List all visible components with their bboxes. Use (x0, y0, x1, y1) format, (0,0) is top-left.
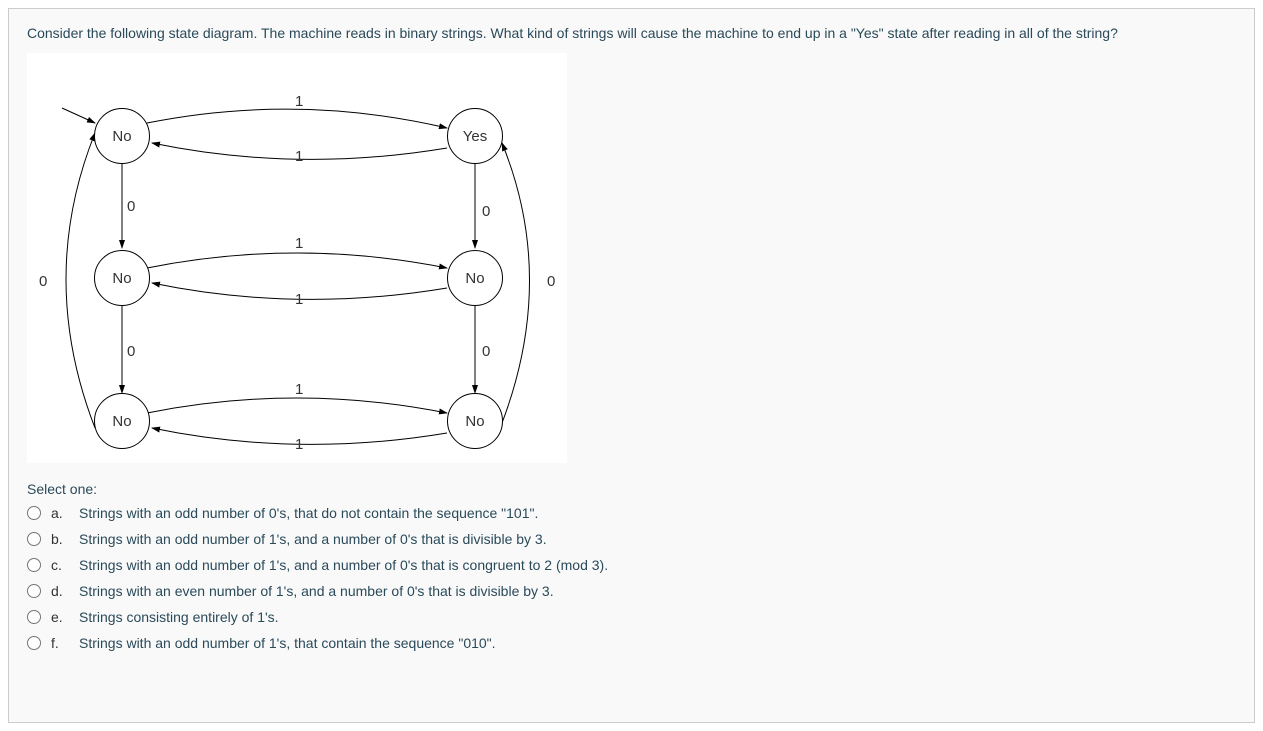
option-f[interactable]: f. Strings with an odd number of 1's, th… (27, 635, 1236, 651)
option-letter: e. (51, 609, 69, 625)
option-letter: b. (51, 531, 69, 547)
option-letter: c. (51, 557, 69, 573)
question-container: Consider the following state diagram. Th… (8, 8, 1255, 723)
label-bot-1-upper: 1 (295, 381, 303, 398)
state-top-left: No (94, 108, 150, 164)
select-one-label: Select one: (27, 481, 1236, 497)
radio-a[interactable] (27, 506, 41, 520)
label-top-1-upper: 1 (295, 93, 303, 110)
label-bot-1-lower: 1 (295, 436, 303, 453)
state-bot-right: No (447, 393, 503, 449)
label-far-left-0: 0 (39, 273, 47, 290)
label-mid-1-lower: 1 (295, 291, 303, 308)
label-right-0-bottom: 0 (482, 343, 490, 360)
radio-d[interactable] (27, 584, 41, 598)
option-c[interactable]: c. Strings with an odd number of 1's, an… (27, 557, 1236, 573)
question-text: Consider the following state diagram. Th… (27, 25, 1236, 41)
label-left-0-bottom: 0 (127, 343, 135, 360)
option-text: Strings with an odd number of 0's, that … (79, 505, 538, 521)
option-a[interactable]: a. Strings with an odd number of 0's, th… (27, 505, 1236, 521)
radio-b[interactable] (27, 532, 41, 546)
option-text: Strings with an odd number of 1's, that … (79, 635, 496, 651)
option-text: Strings with an odd number of 1's, and a… (79, 557, 608, 573)
radio-e[interactable] (27, 610, 41, 624)
label-right-0-top: 0 (482, 203, 490, 220)
option-d[interactable]: d. Strings with an even number of 1's, a… (27, 583, 1236, 599)
state-diagram: No Yes No No No No 1 1 1 1 1 1 0 0 0 0 0… (27, 53, 567, 463)
option-text: Strings with an odd number of 1's, and a… (79, 531, 547, 547)
option-b[interactable]: b. Strings with an odd number of 1's, an… (27, 531, 1236, 547)
label-left-0-top: 0 (127, 198, 135, 215)
option-letter: a. (51, 505, 69, 521)
label-top-1-lower: 1 (295, 148, 303, 165)
label-mid-1-upper: 1 (295, 235, 303, 252)
label-far-right-0: 0 (547, 273, 555, 290)
radio-f[interactable] (27, 636, 41, 650)
option-text: Strings with an even number of 1's, and … (79, 583, 554, 599)
radio-c[interactable] (27, 558, 41, 572)
state-bot-left: No (94, 393, 150, 449)
option-letter: d. (51, 583, 69, 599)
state-mid-left: No (94, 250, 150, 306)
options-list: a. Strings with an odd number of 0's, th… (27, 505, 1236, 651)
option-letter: f. (51, 635, 69, 651)
state-top-right: Yes (447, 108, 503, 164)
option-e[interactable]: e. Strings consisting entirely of 1's. (27, 609, 1236, 625)
state-mid-right: No (447, 250, 503, 306)
option-text: Strings consisting entirely of 1's. (79, 609, 279, 625)
